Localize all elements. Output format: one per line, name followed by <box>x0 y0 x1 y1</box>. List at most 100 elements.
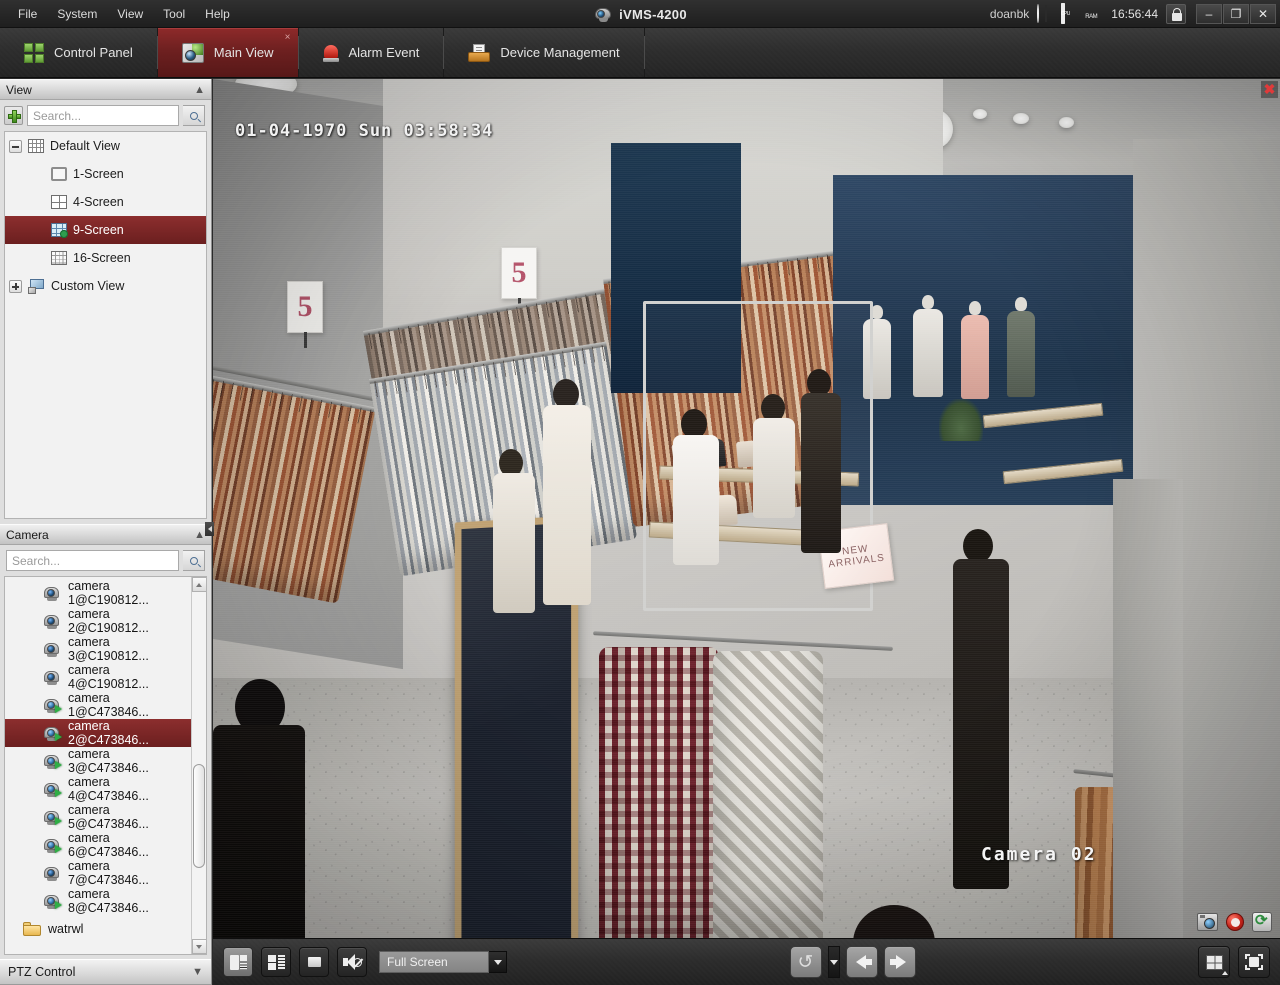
chevron-up-icon <box>1222 971 1228 975</box>
screen-mode-select[interactable]: Full Screen <box>379 951 507 973</box>
title-bar: File System View Tool Help iVMS-4200 doa… <box>0 0 1280 28</box>
refresh-button[interactable]: ↺ <box>790 946 822 978</box>
next-page-button[interactable] <box>884 946 916 978</box>
tree-item-1-screen[interactable]: 1-Screen <box>5 160 206 188</box>
refresh-options-button[interactable] <box>828 946 840 978</box>
list-item[interactable]: camera 3@C473846... <box>5 747 191 775</box>
list-item-folder[interactable]: watrwl <box>5 915 191 943</box>
list-item[interactable]: camera 1@C190812... <box>5 579 191 607</box>
ptz-control-header[interactable]: PTZ Control ▼ <box>0 959 211 985</box>
app-title: iVMS-4200 <box>619 7 687 22</box>
list-item[interactable]: camera 3@C190812... <box>5 635 191 663</box>
window-division-button[interactable] <box>1198 946 1230 978</box>
list-item[interactable]: camera 7@C473846... <box>5 859 191 887</box>
list-item[interactable]: camera 4@C190812... <box>5 663 191 691</box>
sequence-icon <box>230 955 247 970</box>
camera-label: camera 5@C473846... <box>68 803 191 831</box>
camera-search-box[interactable] <box>6 550 179 571</box>
stop-all-button[interactable] <box>299 947 329 977</box>
menu-system[interactable]: System <box>47 3 107 25</box>
custom-view-icon <box>28 279 45 294</box>
list-item[interactable]: camera 4@C473846... <box>5 775 191 803</box>
collapse-left-icon[interactable] <box>205 522 214 536</box>
close-button[interactable]: ✕ <box>1250 4 1276 24</box>
video-display-region: 5 5 5 <box>213 79 1280 938</box>
menu-view[interactable]: View <box>107 3 153 25</box>
view-search-input[interactable] <box>33 109 173 123</box>
menu-tool[interactable]: Tool <box>153 3 195 25</box>
scroll-up-button[interactable] <box>192 577 207 592</box>
chevron-up-icon[interactable]: ▲ <box>194 84 205 96</box>
tree-item-16-screen[interactable]: 16-Screen <box>5 244 206 272</box>
menu-file[interactable]: File <box>8 3 47 25</box>
view-search-row <box>0 100 211 131</box>
previous-page-button[interactable] <box>846 946 878 978</box>
tab-close-icon[interactable]: × <box>285 33 291 43</box>
current-user-label: doanbk <box>990 7 1029 21</box>
tree-item-9-screen[interactable]: 9-Screen <box>5 216 206 244</box>
view-search-button[interactable] <box>183 105 205 126</box>
list-item[interactable]: camera 2@C190812... <box>5 607 191 635</box>
scrollbar-track[interactable] <box>192 592 207 939</box>
maximize-button[interactable]: ❐ <box>1223 4 1249 24</box>
tree-item-4-screen[interactable]: 4-Screen <box>5 188 206 216</box>
tree-item-default-view[interactable]: Default View <box>5 132 206 160</box>
menu-help[interactable]: Help <box>195 3 240 25</box>
list-item[interactable]: camera 6@C473846... <box>5 831 191 859</box>
tab-main-view[interactable]: Main View × <box>158 28 299 77</box>
expander-plus-icon[interactable] <box>9 280 22 293</box>
control-panel-icon <box>24 43 44 63</box>
camera-label: camera 4@C190812... <box>68 663 191 691</box>
camera-offline-icon <box>43 670 61 685</box>
globe-icon[interactable] <box>1037 5 1055 23</box>
capture-icon[interactable] <box>1197 913 1218 931</box>
camera-label: camera 2@C473846... <box>68 719 191 747</box>
chevron-down-icon <box>830 960 838 965</box>
chevron-up-icon[interactable]: ▲ <box>194 529 205 541</box>
scrollbar-thumb[interactable] <box>193 764 205 868</box>
expander-minus-icon[interactable] <box>9 140 22 153</box>
auto-switch-button[interactable] <box>223 947 253 977</box>
ptz-icon[interactable] <box>1252 912 1272 932</box>
chevron-down-icon <box>196 945 202 949</box>
list-item[interactable]: camera 8@C473846... <box>5 887 191 915</box>
tab-device-management[interactable]: Device Management <box>444 28 644 77</box>
cpu-usage-icon[interactable]: CPU <box>1061 5 1079 23</box>
chevron-down-icon[interactable] <box>489 951 507 973</box>
camera-list-scrollbar[interactable] <box>191 577 206 954</box>
camera-label: camera 8@C473846... <box>68 887 191 915</box>
record-icon[interactable] <box>1226 913 1244 931</box>
tab-alarm-event[interactable]: Alarm Event <box>299 28 445 77</box>
lock-icon[interactable] <box>1166 4 1186 24</box>
camera-panel-header[interactable]: Camera ▲ <box>0 524 211 545</box>
bottom-toolbar: Full Screen ↺ <box>213 938 1280 985</box>
chevron-down-icon[interactable]: ▼ <box>192 966 203 978</box>
camera-search-button[interactable] <box>183 550 205 571</box>
camera-search-input[interactable] <box>12 554 173 568</box>
layout-button[interactable] <box>261 947 291 977</box>
close-pane-icon[interactable]: ✖ <box>1261 81 1278 98</box>
screen-mode-value[interactable]: Full Screen <box>379 951 489 973</box>
device-management-icon <box>468 44 490 62</box>
camera-logo-icon <box>593 6 613 23</box>
one-screen-icon <box>51 167 67 181</box>
scroll-down-button[interactable] <box>192 939 207 954</box>
list-item[interactable]: camera 5@C473846... <box>5 803 191 831</box>
tab-control-panel[interactable]: Control Panel <box>0 28 158 77</box>
minimize-button[interactable]: – <box>1196 4 1222 24</box>
fullscreen-button[interactable] <box>1238 946 1270 978</box>
tree-item-custom-view[interactable]: Custom View <box>5 272 206 300</box>
mute-button[interactable] <box>337 947 367 977</box>
list-item-selected[interactable]: camera 2@C473846... <box>5 719 191 747</box>
video-pane-camera-02[interactable]: 5 5 5 <box>213 79 1280 938</box>
camera-panel-title: Camera <box>6 528 49 542</box>
view-search-box[interactable] <box>27 105 179 126</box>
camera-online-icon <box>43 726 61 741</box>
add-view-icon[interactable] <box>4 106 23 125</box>
tree-item-custom-view-label: Custom View <box>51 279 124 293</box>
titlebar-right-controls: doanbk CPU RAM 16:56:44 – ❐ ✕ <box>990 0 1280 28</box>
tab-device-management-label: Device Management <box>500 45 619 60</box>
list-item[interactable]: camera 1@C473846... <box>5 691 191 719</box>
ram-usage-icon[interactable]: RAM <box>1085 5 1103 23</box>
view-panel-header[interactable]: View ▲ <box>0 79 211 100</box>
